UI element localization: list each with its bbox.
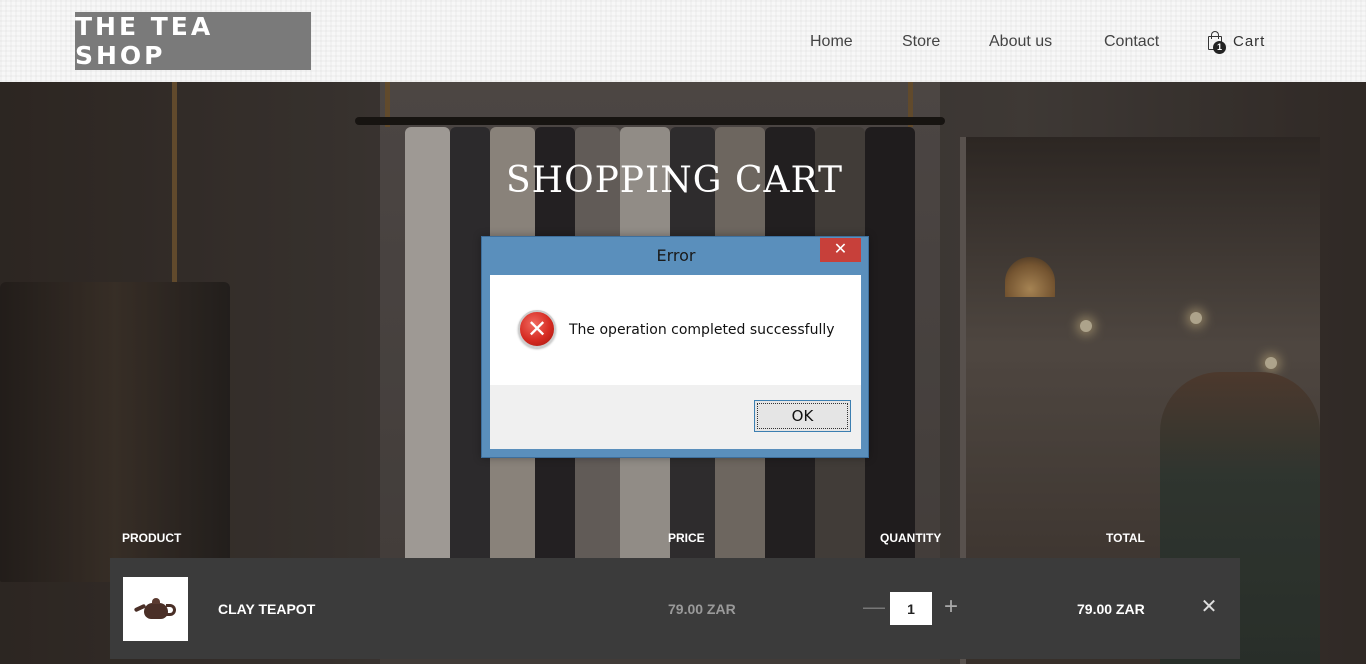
- dialog-title: Error: [656, 246, 696, 265]
- nav-home[interactable]: Home: [810, 33, 853, 51]
- error-icon: ✕: [518, 310, 556, 348]
- site-header: THE TEA SHOP Home Store About us Contact…: [0, 0, 1366, 82]
- cart-count-badge: 1: [1213, 41, 1226, 54]
- error-dialog: Error ✕ ✕ The operation completed succes…: [481, 236, 869, 458]
- nav-store[interactable]: Store: [902, 33, 940, 51]
- product-name[interactable]: CLAY TEAPOT: [218, 601, 315, 617]
- page-title: SHOPPING CART: [506, 160, 843, 201]
- dialog-close-button[interactable]: ✕: [820, 238, 861, 262]
- remove-item-button[interactable]: ✕: [1200, 596, 1218, 618]
- quantity-input[interactable]: [890, 592, 932, 625]
- clay-teapot-image[interactable]: [123, 577, 188, 641]
- quantity-increase-button[interactable]: +: [941, 594, 961, 620]
- column-header-total: TOTAL: [1106, 531, 1145, 545]
- product-price: 79.00 ZAR: [668, 601, 736, 617]
- cart-label: Cart: [1233, 32, 1266, 50]
- shopping-bag-icon: 1: [1207, 31, 1226, 54]
- product-total: 79.00 ZAR: [1077, 601, 1145, 617]
- dialog-body: ✕ The operation completed successfully: [490, 275, 861, 385]
- ok-button[interactable]: OK: [754, 400, 851, 432]
- dialog-message: The operation completed successfully: [569, 322, 835, 338]
- nav-cart[interactable]: 1 Cart: [1207, 31, 1266, 54]
- column-header-quantity: QUANTITY: [880, 531, 942, 545]
- teapot-icon: [133, 596, 178, 622]
- dialog-footer: OK: [490, 385, 861, 449]
- column-header-product: PRODUCT: [122, 531, 182, 545]
- site-logo[interactable]: THE TEA SHOP: [75, 12, 311, 70]
- nav-about-us[interactable]: About us: [989, 33, 1052, 51]
- cart-row: CLAY TEAPOT 79.00 ZAR — + 79.00 ZAR ✕: [110, 558, 1240, 659]
- quantity-decrease-button[interactable]: —: [863, 596, 885, 620]
- column-header-price: PRICE: [668, 531, 705, 545]
- nav-contact[interactable]: Contact: [1104, 33, 1159, 51]
